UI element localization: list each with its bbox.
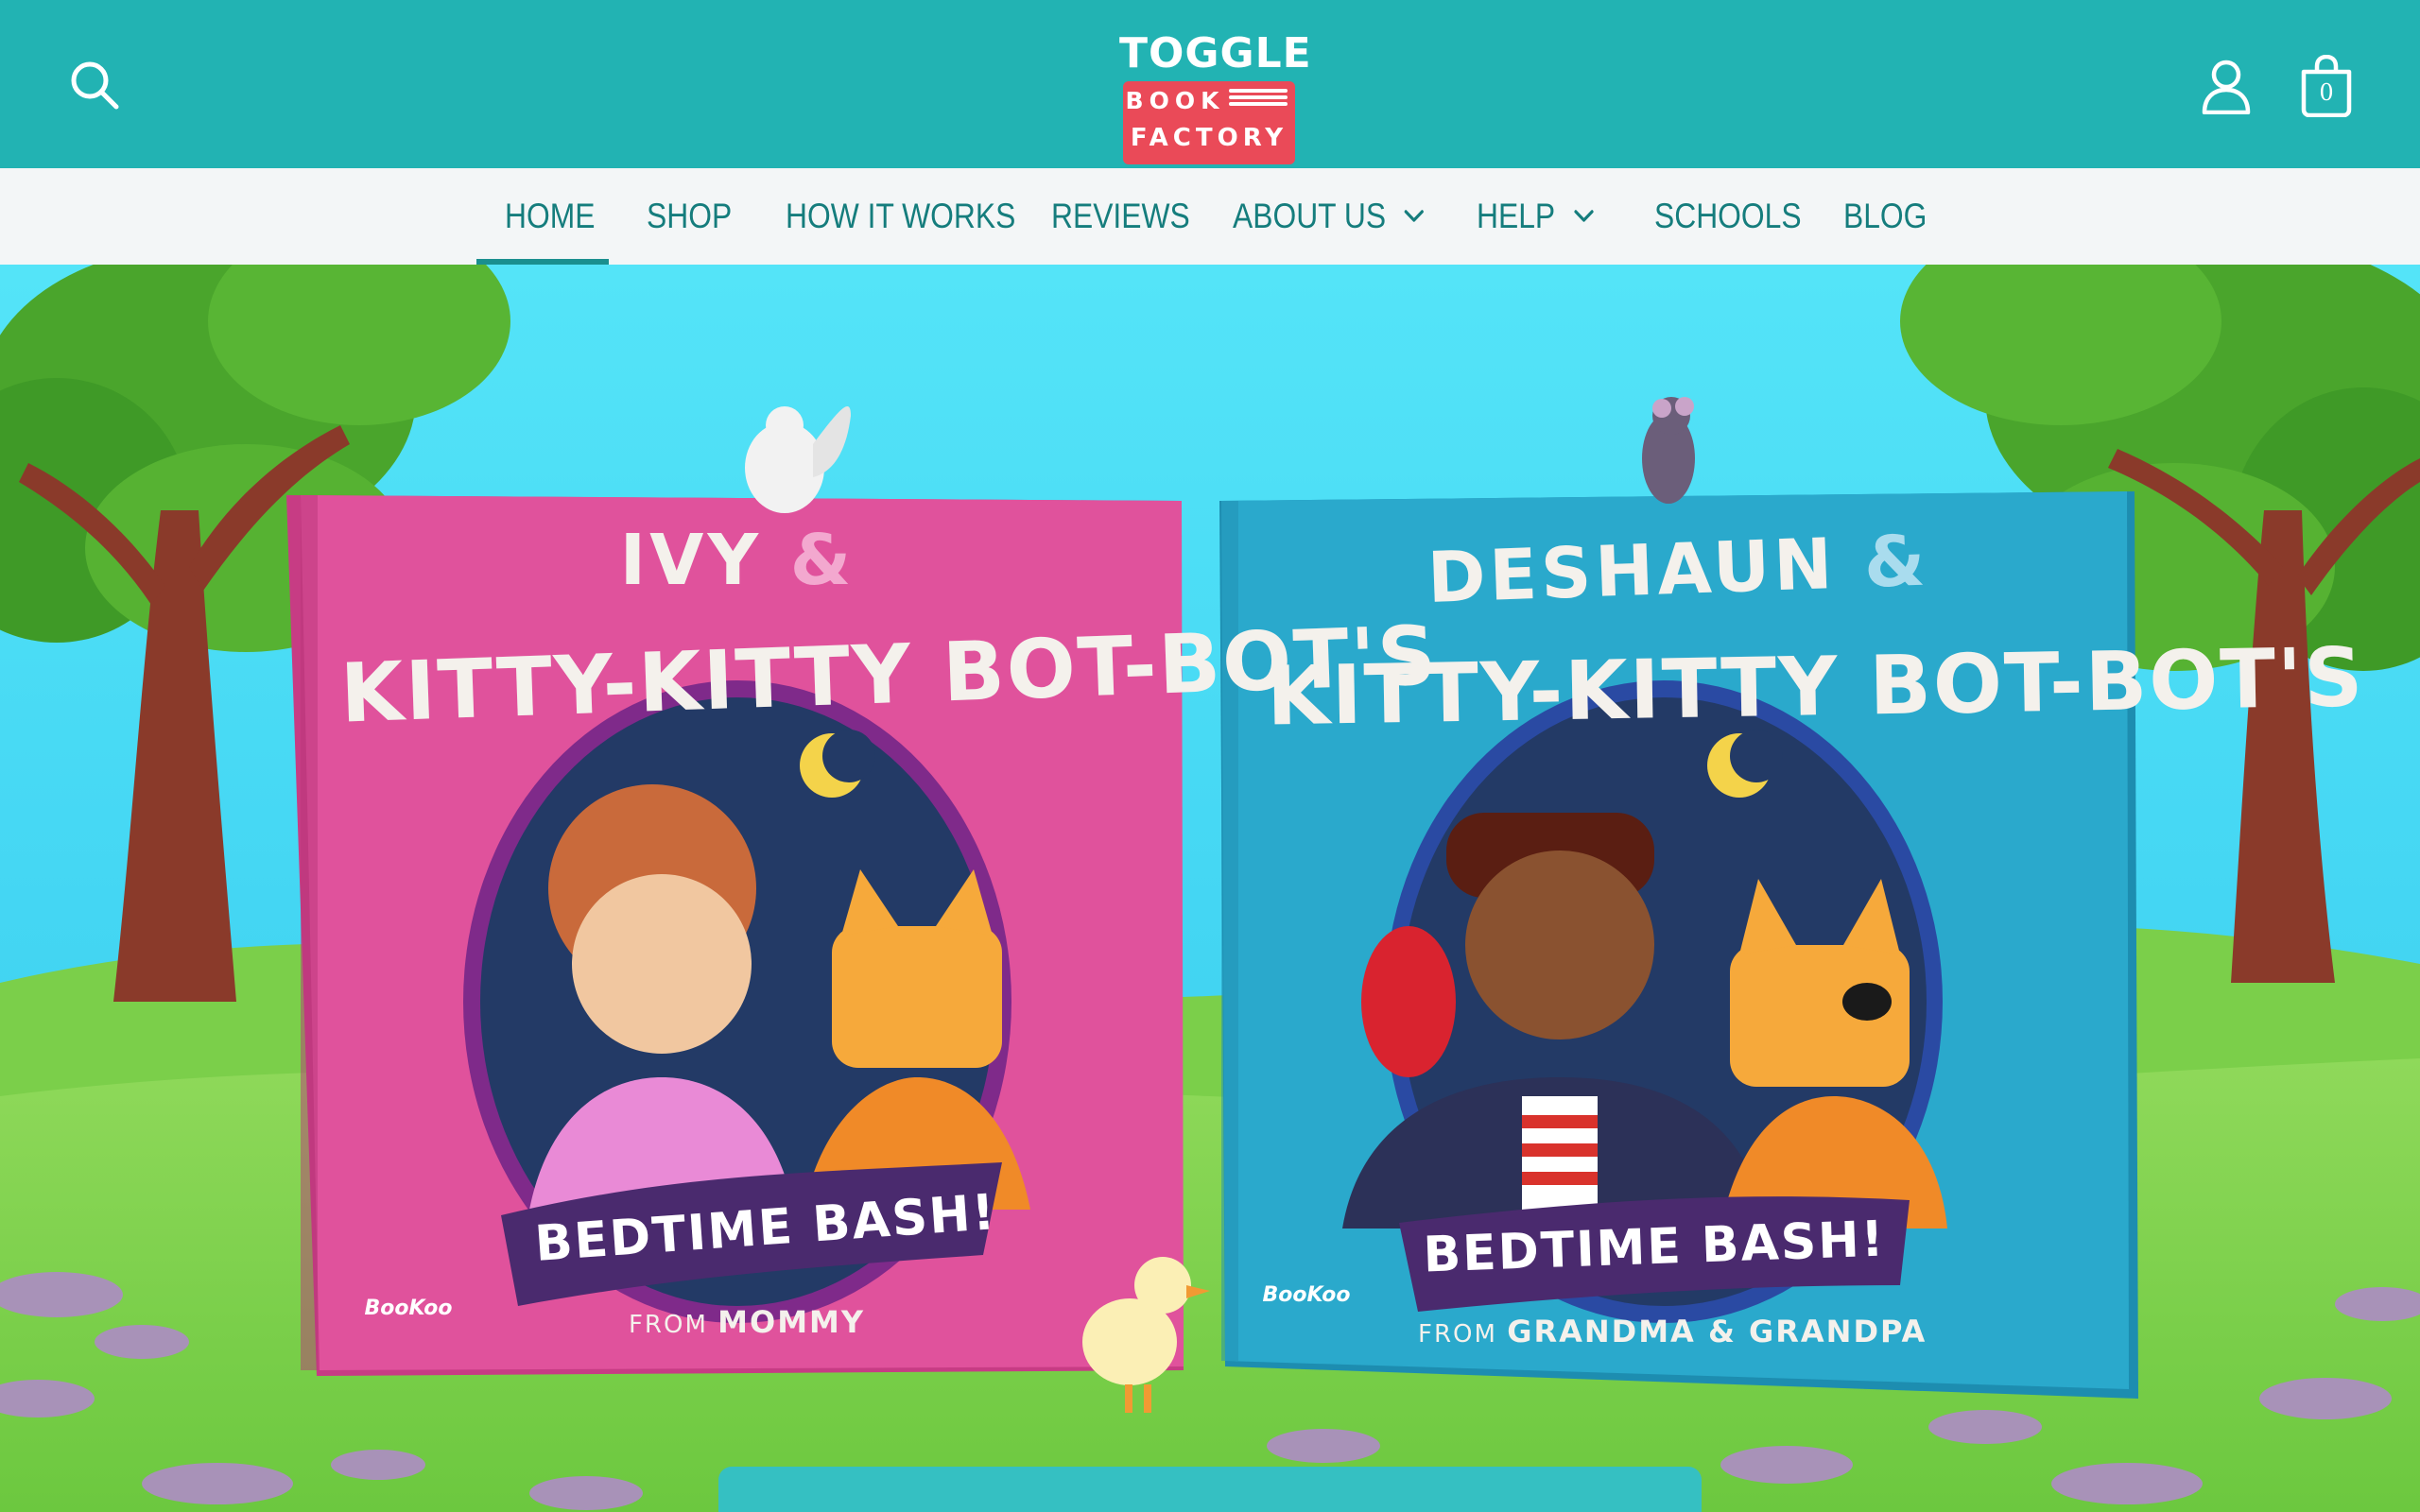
hero-illustration xyxy=(0,265,2420,1512)
nav-how-it-works[interactable]: HOW IT WORKS xyxy=(786,168,1015,265)
book-1-from-line: FROM MOMMY xyxy=(628,1304,866,1340)
nav-about-us-label: ABOUT US xyxy=(1233,197,1387,235)
book-1-ampersand: & xyxy=(789,520,856,601)
user-icon xyxy=(2202,60,2251,114)
site-logo[interactable]: TOGGLE BOOK FACTORY xyxy=(1119,25,1312,164)
nav-reviews-label: REVIEWS xyxy=(1051,197,1190,235)
main-navigation: HOME SHOP HOW IT WORKS REVIEWS ABOUT US … xyxy=(0,168,2420,265)
cart-count: 0 xyxy=(2319,79,2334,106)
nav-blog-label: BLOG xyxy=(1843,197,1927,235)
nav-schools[interactable]: SCHOOLS xyxy=(1654,168,1802,265)
book-2-from-line: FROM GRANDMA & GRANDPA xyxy=(1418,1314,1927,1349)
chevron-down-icon xyxy=(1404,209,1425,224)
book-2-title: KITTY-KITTY BOT-BOT'S xyxy=(1266,630,2366,745)
nav-schools-label: SCHOOLS xyxy=(1654,197,1802,235)
logo-book-text: BOOK xyxy=(1125,87,1225,114)
nav-shop-label: SHOP xyxy=(647,197,733,235)
logo-plate: BOOK FACTORY xyxy=(1123,81,1295,164)
nav-reviews[interactable]: REVIEWS xyxy=(1051,168,1190,265)
nav-how-it-works-label: HOW IT WORKS xyxy=(786,197,1016,235)
nav-home-label: HOME xyxy=(505,197,596,235)
nav-home[interactable]: HOME xyxy=(505,168,595,265)
nav-blog[interactable]: BLOG xyxy=(1843,168,1927,265)
hero-cta-button[interactable] xyxy=(718,1467,1702,1512)
account-button[interactable] xyxy=(2186,45,2267,127)
logo-toggle-text: TOGGLE xyxy=(1119,29,1312,77)
book-2-child-name: DESHAUN & xyxy=(1426,520,1930,620)
logo-stripes xyxy=(1229,89,1288,113)
search-button[interactable] xyxy=(57,47,132,123)
logo-factory-text: FACTORY xyxy=(1130,124,1288,152)
book-2-ampersand: & xyxy=(1862,520,1930,604)
chevron-down-icon xyxy=(1573,209,1594,224)
hero-banner[interactable]: IVY & KITTY-KITTY BOT-BOT'S BEDTIME BASH… xyxy=(0,265,2420,1512)
site-header: TOGGLE BOOK FACTORY 0 xyxy=(0,0,2420,168)
search-icon xyxy=(71,61,119,110)
nav-help[interactable]: HELP xyxy=(1477,168,1594,265)
nav-help-label: HELP xyxy=(1477,197,1556,235)
book-1-child-name: IVY & xyxy=(619,520,856,601)
nav-shop[interactable]: SHOP xyxy=(647,168,732,265)
nav-about-us[interactable]: ABOUT US xyxy=(1233,168,1425,265)
cart-button[interactable]: 0 xyxy=(2282,43,2371,129)
book-1-brand: BooKoo xyxy=(364,1297,453,1320)
book-2-brand: BooKoo xyxy=(1262,1283,1351,1307)
